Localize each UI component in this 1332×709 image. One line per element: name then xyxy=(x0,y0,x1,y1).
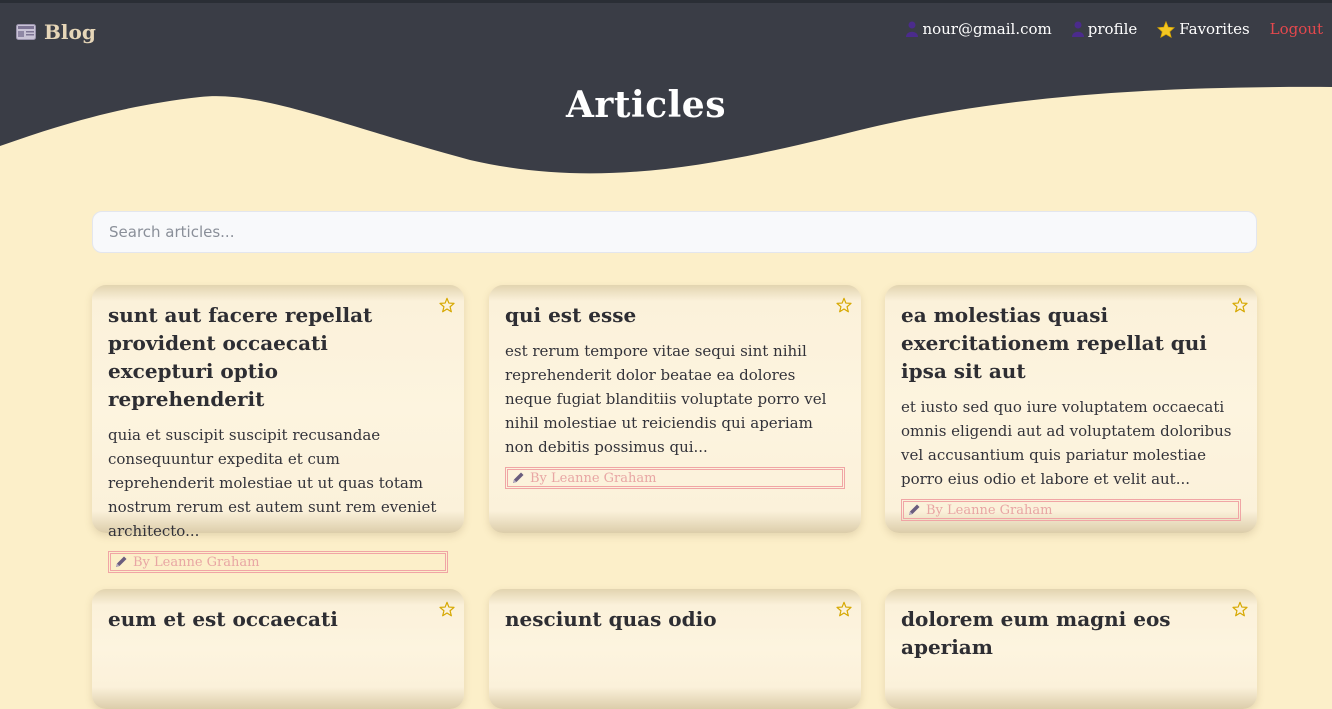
favorite-star-icon[interactable] xyxy=(1232,601,1248,617)
nav-email[interactable]: nour@gmail.com xyxy=(906,20,1052,38)
nav-profile-label: profile xyxy=(1087,20,1138,38)
nav-email-label: nour@gmail.com xyxy=(922,20,1052,38)
article-card[interactable]: sunt aut facere repellat provident occae… xyxy=(92,285,464,573)
article-title: nesciunt quas odio xyxy=(505,607,717,631)
article-excerpt: et iusto sed quo iure voluptatem occaeca… xyxy=(901,398,1232,488)
newspaper-icon xyxy=(16,24,36,40)
article-title: ea molestias quasi exercitationem repell… xyxy=(901,303,1207,383)
article-author: By Leanne Graham xyxy=(505,467,845,489)
article-author-label: By Leanne Graham xyxy=(133,554,260,570)
nav-profile[interactable]: profile xyxy=(1071,20,1138,38)
top-nav: nour@gmail.com profile Favorites Logout xyxy=(886,20,1323,38)
article-card[interactable]: ea molestias quasi exercitationem repell… xyxy=(885,285,1257,533)
logout-link[interactable]: Logout xyxy=(1270,20,1323,38)
user-icon xyxy=(906,21,919,37)
nav-favorites-label: Favorites xyxy=(1179,20,1250,38)
article-author-label: By Leanne Graham xyxy=(926,502,1053,518)
article-title: eum et est occaecati xyxy=(108,607,338,631)
article-author: By Leanne Graham xyxy=(108,551,448,573)
favorite-star-icon[interactable] xyxy=(836,601,852,617)
pen-icon xyxy=(909,504,920,515)
page-title: Articles xyxy=(566,84,726,126)
header: Blog nour@gmail.com profile Favorites Lo… xyxy=(0,0,1332,200)
article-title: sunt aut facere repellat provident occae… xyxy=(108,303,373,411)
article-author: By Leanne Graham xyxy=(901,499,1241,521)
brand[interactable]: Blog xyxy=(16,20,96,44)
search-input[interactable] xyxy=(92,211,1257,253)
article-card[interactable]: dolorem eum magni eos aperiam xyxy=(885,589,1257,709)
favorite-star-icon[interactable] xyxy=(836,297,852,313)
nav-favorites[interactable]: Favorites xyxy=(1157,20,1250,38)
article-excerpt: est rerum tempore vitae sequi sint nihil… xyxy=(505,342,827,456)
user-icon xyxy=(1071,21,1084,37)
article-card[interactable]: nesciunt quas odio xyxy=(489,589,861,709)
article-author-label: By Leanne Graham xyxy=(530,470,657,486)
favorite-star-icon[interactable] xyxy=(439,601,455,617)
article-card[interactable]: eum et est occaecati xyxy=(92,589,464,709)
star-filled-icon xyxy=(1157,20,1176,38)
favorite-star-icon[interactable] xyxy=(439,297,455,313)
article-excerpt: quia et suscipit suscipit recusandae con… xyxy=(108,426,437,540)
brand-name: Blog xyxy=(44,20,96,44)
article-card[interactable]: qui est esse est rerum tempore vitae seq… xyxy=(489,285,861,533)
article-title: qui est esse xyxy=(505,303,637,327)
favorite-star-icon[interactable] xyxy=(1232,297,1248,313)
pen-icon xyxy=(513,472,524,483)
pen-icon xyxy=(116,556,127,567)
article-title: dolorem eum magni eos aperiam xyxy=(901,607,1171,659)
